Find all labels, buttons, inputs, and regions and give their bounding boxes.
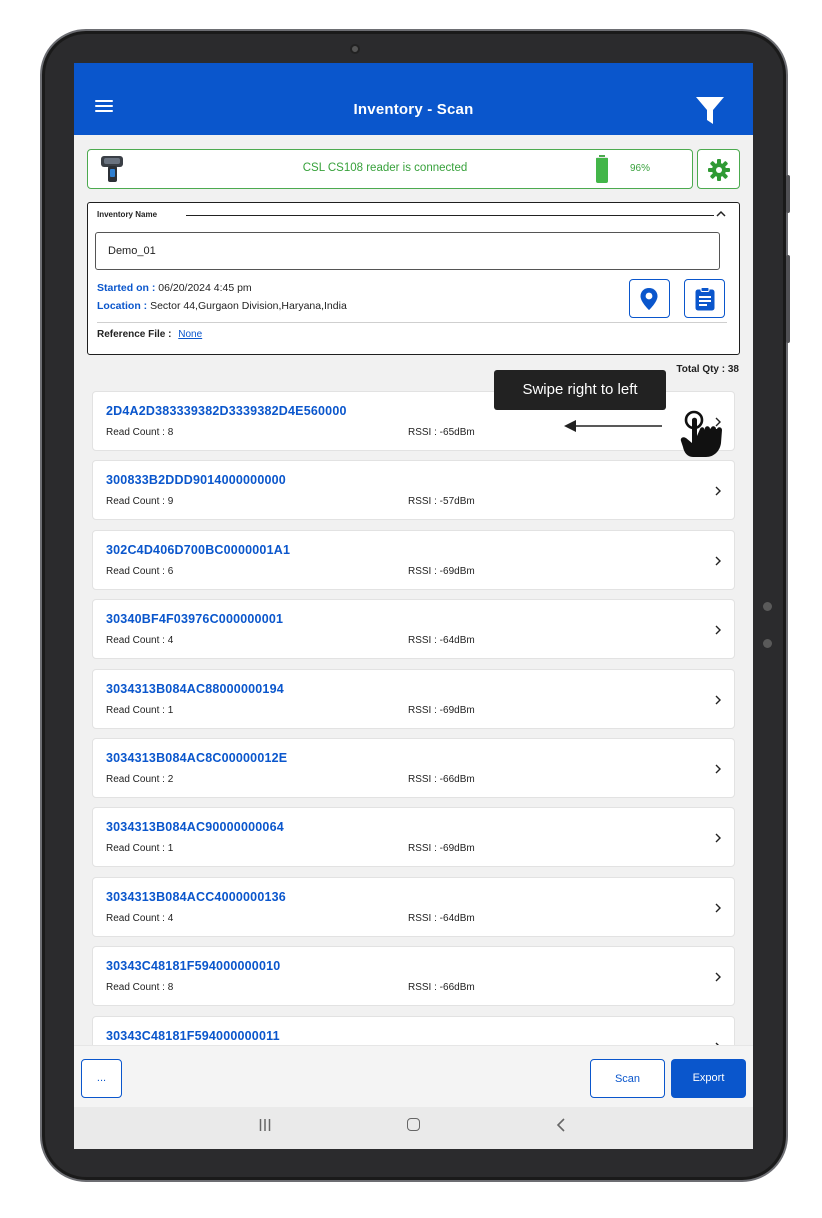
front-camera (350, 44, 360, 54)
back-icon[interactable] (556, 1118, 566, 1132)
clipboard-list-icon (695, 287, 715, 311)
notes-button[interactable] (684, 279, 725, 318)
tag-epc: 30340BF4F03976C000000001 (106, 612, 284, 627)
app-screen: Inventory - Scan CSL CS108 reader is con… (74, 63, 753, 1149)
tag-rssi: RSSI : -64dBm (408, 912, 475, 924)
location-button[interactable] (629, 279, 670, 318)
reader-settings-button[interactable] (697, 149, 740, 189)
started-on-value: 06/20/2024 4:45 pm (158, 282, 252, 294)
tag-rssi: RSSI : -57dBm (408, 496, 475, 508)
tag-rssi: RSSI : -64dBm (408, 635, 475, 647)
left-arrow-icon (564, 420, 662, 432)
tag-row[interactable]: 300833B2DDD9014000000000 Read Count : 9 RS… (92, 460, 735, 521)
chevron-right-icon[interactable] (714, 903, 722, 913)
app-bar: Inventory - Scan (74, 63, 753, 135)
tag-rssi: RSSI : -66dBm (408, 982, 475, 994)
map-pin-icon (640, 288, 658, 310)
chevron-right-icon[interactable] (714, 972, 722, 982)
reference-file-link[interactable]: None (178, 329, 202, 340)
tag-rssi: RSSI : -69dBm (408, 843, 475, 855)
side-sensor-dot (763, 602, 772, 611)
inventory-name-input[interactable] (95, 232, 720, 270)
tag-read-count: Read Count : 8 (106, 427, 174, 438)
tag-read-count: Read Count : 1 (106, 704, 174, 716)
location-value: Sector 44,Gurgaon Division,Haryana,India (150, 300, 347, 312)
chevron-right-icon[interactable] (714, 833, 722, 843)
chevron-right-icon[interactable] (714, 695, 722, 705)
tag-rssi: RSSI : -66dBm (408, 773, 475, 785)
card-divider (97, 322, 727, 323)
volume-button (786, 175, 790, 213)
location-label: Location : (97, 300, 148, 312)
tag-epc: 3034313B084AC88000000194 (106, 681, 284, 696)
tag-epc: 2D4A2D383339382D3339382D4E560000 (106, 404, 347, 418)
tag-epc: 30343C48181F594000000011 (106, 1028, 280, 1043)
bottom-action-bar: ... Scan Export (74, 1045, 753, 1107)
swipe-hint-tooltip: Swipe right to left (494, 370, 666, 410)
tag-row[interactable]: 30340BF4F03976C000000001 Read Count : 4 RS… (92, 599, 735, 660)
swipe-hand-icon (680, 410, 722, 457)
inventory-details-card: Inventory Name Started on : 06/20/2024 4… (87, 202, 740, 355)
tag-read-count: Read Count : 2 (106, 773, 174, 785)
tag-row[interactable]: 3034313B084ACC4000000136 Read Count : 4 RS… (92, 876, 735, 937)
tag-read-count: Read Count : 4 (106, 635, 174, 647)
tag-list[interactable]: 2D4A2D383339382D3339382D4E560000 Read Cou… (92, 391, 735, 1045)
tag-row[interactable]: 3034313B084AC88000000194 Read Count : 1 RS… (92, 668, 735, 729)
power-button (786, 255, 790, 343)
total-quantity: Total Qty : 38 (676, 364, 739, 375)
section-divider (186, 215, 714, 216)
battery-percentage: 96% (630, 163, 651, 174)
home-icon[interactable] (407, 1118, 420, 1131)
gear-icon (708, 159, 730, 181)
scan-button[interactable]: Scan (590, 1059, 665, 1098)
reference-file-row: Reference File : None (97, 329, 202, 340)
more-options-button[interactable]: ... (81, 1059, 122, 1098)
tag-read-count: Read Count : 4 (106, 912, 174, 924)
location-row: Location : Sector 44,Gurgaon Division,Ha… (97, 300, 347, 312)
chevron-right-icon[interactable] (714, 625, 722, 635)
tag-row[interactable]: 3034313B084AC90000000064 Read Count : 1 RS… (92, 807, 735, 868)
chevron-right-icon[interactable] (714, 764, 722, 774)
side-sensor-dot (763, 639, 772, 648)
tag-read-count: Read Count : 9 (106, 496, 174, 508)
tag-row[interactable]: 30343C48181F594000000011 (92, 1015, 735, 1045)
tag-read-count: Read Count : 8 (106, 982, 174, 994)
tag-row[interactable]: 30343C48181F594000000010 Read Count : 8 RS… (92, 946, 735, 1007)
reader-status-panel: CSL CS108 reader is connected 96% (87, 149, 693, 189)
tag-epc: 3034313B084AC8C00000012E (106, 750, 288, 765)
tag-rssi: RSSI : -65dBm (408, 427, 475, 438)
android-nav-bar (74, 1107, 753, 1149)
battery-icon (596, 155, 608, 183)
tag-read-count: Read Count : 6 (106, 565, 174, 577)
tag-epc: 30343C48181F594000000010 (106, 959, 281, 974)
tag-epc: 3034313B084AC90000000064 (106, 820, 284, 835)
tag-row[interactable]: 302C4D406D700BC0000001A1 Read Count : 6 RS… (92, 529, 735, 590)
tag-rssi: RSSI : -69dBm (408, 565, 475, 577)
tag-epc: 300833B2DDD9014000000000 (106, 473, 286, 488)
tag-rssi: RSSI : -69dBm (408, 704, 475, 716)
filter-funnel-icon[interactable] (694, 94, 726, 126)
export-button[interactable]: Export (671, 1059, 746, 1098)
tag-row[interactable]: 3034313B084AC8C00000012E Read Count : 2 RS… (92, 737, 735, 798)
chevron-right-icon[interactable] (714, 556, 722, 566)
tag-read-count: Read Count : 1 (106, 843, 174, 855)
tag-epc: 3034313B084ACC4000000136 (106, 889, 286, 904)
started-on-label: Started on : (97, 282, 156, 294)
started-on-row: Started on : 06/20/2024 4:45 pm (97, 282, 252, 294)
chevron-right-icon[interactable] (714, 486, 722, 496)
inventory-name-label: Inventory Name (97, 210, 158, 219)
reader-connection-status: CSL CS108 reader is connected (302, 162, 468, 174)
page-title: Inventory - Scan (353, 101, 474, 118)
reference-file-label: Reference File : (97, 329, 172, 340)
tag-epc: 302C4D406D700BC0000001A1 (106, 542, 291, 557)
chevron-up-icon[interactable] (716, 209, 726, 219)
recent-apps-icon[interactable] (259, 1119, 271, 1131)
